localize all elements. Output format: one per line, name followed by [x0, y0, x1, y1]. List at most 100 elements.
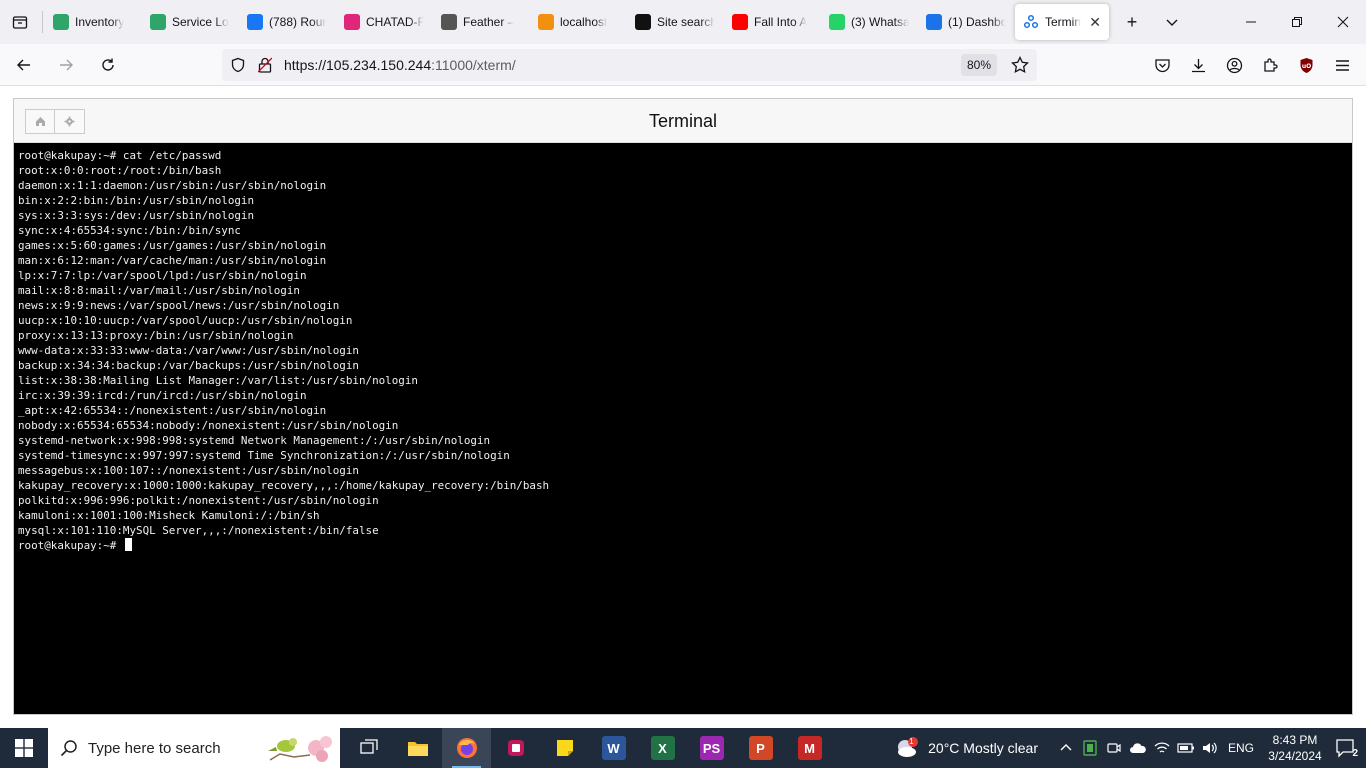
new-tab-button[interactable]: + [1112, 0, 1152, 44]
tab-phpmyadmin[interactable]: localhost [530, 4, 626, 40]
terminal-title: Terminal [648, 111, 718, 131]
tab-ci[interactable]: Site search [627, 4, 723, 40]
pocket-button[interactable] [1144, 44, 1180, 86]
tab-chatad[interactable]: CHATAD-F [336, 4, 432, 40]
tab-title: Termin [1045, 15, 1082, 29]
reload-icon [102, 58, 114, 71]
terminal-output-line: man:x:6:12:man:/var/cache/man:/usr/sbin/… [18, 254, 327, 267]
firefox-icon [455, 736, 479, 760]
word-label: W [607, 740, 620, 756]
taskbar-file-explorer-button[interactable] [393, 728, 442, 768]
tray-battery[interactable] [1174, 728, 1198, 768]
weather-widget[interactable]: 1 20°C Mostly clear [894, 736, 1038, 760]
taskbar-phpstorm-button[interactable]: PS [687, 728, 736, 768]
tray-app-green[interactable] [1078, 728, 1102, 768]
url-path: :11000/xterm/ [431, 57, 516, 73]
tab-separator [42, 11, 43, 33]
hamburger-menu-icon [1335, 59, 1349, 71]
chevron-up-icon [1060, 744, 1072, 751]
tab-title: Inventory [75, 15, 125, 29]
battery-app-icon [1083, 740, 1097, 756]
taskbar-firefox-button[interactable] [442, 728, 491, 768]
navigation-toolbar: https://105.234.150.244:11000/xterm/ 80%… [0, 44, 1366, 86]
restore-button[interactable] [1274, 0, 1320, 44]
terminal-output-line: daemon:x:1:1:daemon:/usr/sbin:/usr/sbin/… [18, 179, 327, 192]
weather-moon-cloud-icon [898, 737, 919, 757]
terminal-output-line: list:x:38:38:Mailing List Manager:/var/l… [18, 374, 418, 387]
extensions-button[interactable] [1252, 44, 1288, 86]
camera-icon [1107, 743, 1121, 753]
tab-messenger[interactable]: (788) Rour [239, 4, 335, 40]
terminal-screen[interactable]: root@kakupay:~# cat /etc/passwd root:x:0:… [14, 143, 1352, 714]
tab-terminal[interactable]: Termin ✕ [1015, 4, 1109, 40]
download-icon [1191, 58, 1205, 72]
terminal-prompt: root@kakupay:~# [18, 539, 123, 552]
notification-center-button[interactable]: 2 [1326, 728, 1366, 768]
back-button[interactable] [6, 49, 42, 81]
list-all-tabs-button[interactable] [1152, 0, 1192, 44]
tab-title: (3) Whatsa [851, 15, 909, 29]
tab-title: CHATAD-F [366, 15, 424, 29]
tab-whatsapp[interactable]: (3) Whatsa [821, 4, 917, 40]
input-language[interactable]: ENG [1228, 741, 1254, 755]
tab-dashboard[interactable]: (1) Dashbo [918, 4, 1014, 40]
taskbar-word-button[interactable]: W [589, 728, 638, 768]
terminal-prompt-line: root@kakupay:~# [18, 538, 1352, 553]
dashboard-favicon-icon [926, 14, 942, 30]
close-tab-icon[interactable]: ✕ [1089, 14, 1101, 31]
tab-inventory[interactable]: Inventory [45, 4, 141, 40]
terminal-output-line: sync:x:4:65534:sync:/bin:/bin/sync [18, 224, 241, 237]
reload-button[interactable] [90, 49, 126, 81]
tab-strip: Inventory Service Lo (788) Rour CHATAD-F Fea… [0, 0, 1366, 44]
tray-network[interactable] [1150, 728, 1174, 768]
firefox-view-button[interactable] [0, 0, 40, 44]
wifi-icon [1154, 742, 1170, 753]
account-button[interactable] [1216, 44, 1252, 86]
tab-feather[interactable]: Feather – [433, 4, 529, 40]
start-button[interactable] [0, 728, 48, 768]
taskbar-powerpoint-button[interactable]: P [736, 728, 785, 768]
tab-title: Site search [657, 15, 715, 29]
chevron-down-icon [1166, 19, 1178, 26]
terminal-output-line: backup:x:34:34:backup:/var/backups:/usr/… [18, 359, 359, 372]
show-hidden-icons-button[interactable] [1054, 728, 1078, 768]
terminal-output-line: root:x:0:0:root:/root:/bin/bash [18, 164, 222, 177]
tab-youtube[interactable]: Fall Into A [724, 4, 820, 40]
forward-button[interactable] [48, 49, 84, 81]
tray-volume[interactable] [1198, 728, 1222, 768]
tray-meet-now[interactable] [1102, 728, 1126, 768]
terminal-output-line: news:x:9:9:news:/var/spool/news:/usr/sbi… [18, 299, 340, 312]
downloads-button[interactable] [1180, 44, 1216, 86]
taskbar-app-purple-button[interactable] [491, 728, 540, 768]
tab-service[interactable]: Service Lo [142, 4, 238, 40]
zoom-level-button[interactable]: 80% [960, 54, 997, 76]
file-explorer-icon [406, 736, 430, 760]
close-icon [1337, 16, 1349, 28]
taskbar-sticky-notes-button[interactable] [540, 728, 589, 768]
url-text[interactable]: https://105.234.150.244:11000/xterm/ [284, 57, 516, 73]
windows-taskbar: Type here to search W X PS P M 1 20°C Mostly… [0, 728, 1366, 768]
terminal-output-line: www-data:x:33:33:www-data:/var/www:/usr/… [18, 344, 359, 357]
tab-title: localhost [560, 15, 608, 29]
minimize-button[interactable] [1228, 0, 1274, 44]
app-menu-button[interactable] [1324, 44, 1360, 86]
phpmyadmin-favicon-icon [538, 14, 554, 30]
insecure-lock-icon[interactable] [258, 57, 272, 73]
taskbar-search-box[interactable]: Type here to search [48, 728, 340, 768]
search-highlight-birds-icon [268, 736, 332, 762]
ublock-origin-button[interactable]: uO [1288, 44, 1324, 86]
taskbar-app-m-button[interactable]: M [785, 728, 834, 768]
terminal-favicon-icon [1023, 14, 1039, 30]
account-icon [1226, 57, 1242, 73]
clock[interactable]: 8:43 PM 3/24/2024 [1264, 732, 1326, 764]
url-bar[interactable]: https://105.234.150.244:11000/xterm/ 80% [222, 49, 1037, 81]
tracking-protection-shield-icon[interactable] [230, 57, 246, 73]
speaker-icon [1202, 742, 1217, 754]
close-window-button[interactable] [1320, 0, 1366, 44]
taskbar-excel-button[interactable]: X [638, 728, 687, 768]
terminal-output-line: root@kakupay:~# cat /etc/passwd [18, 149, 222, 162]
bookmark-star-icon[interactable] [1011, 56, 1029, 74]
tray-onedrive[interactable] [1126, 728, 1150, 768]
clock-time: 8:43 PM [1272, 733, 1318, 747]
taskbar-task-view-button[interactable] [344, 728, 393, 768]
